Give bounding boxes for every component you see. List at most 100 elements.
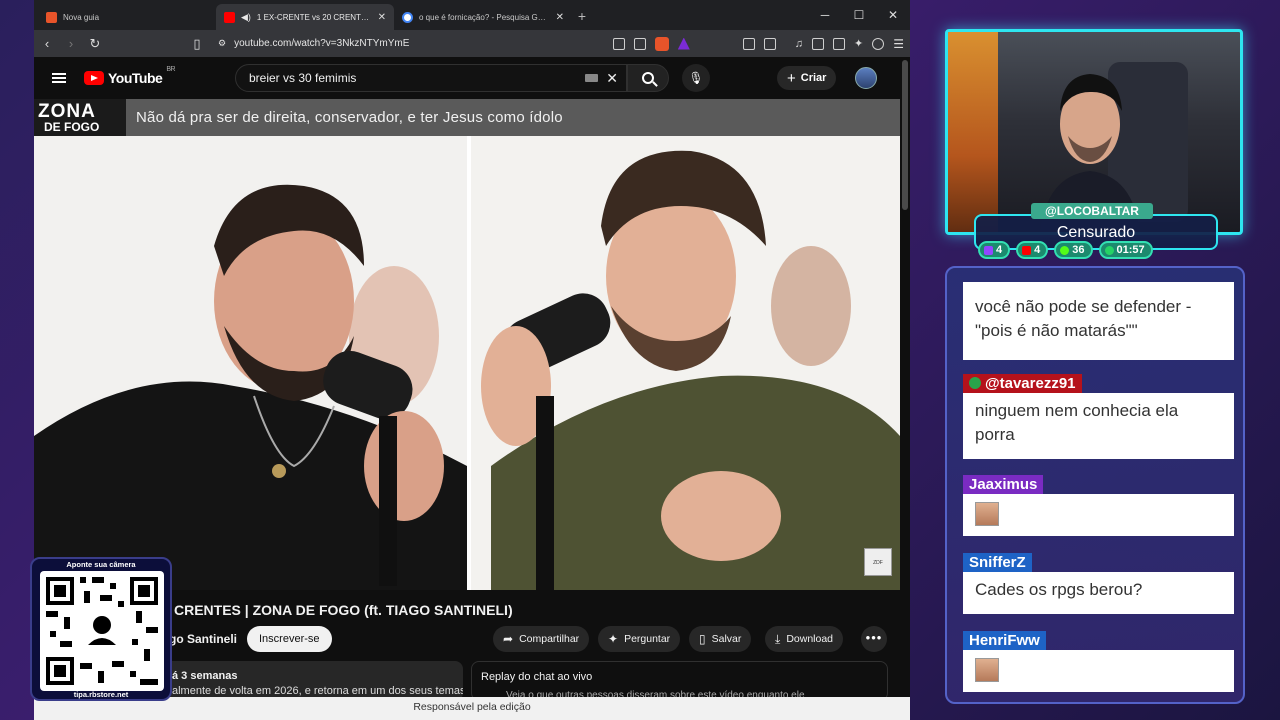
qr-code (40, 571, 164, 691)
upload-date: á 3 semanas (172, 670, 238, 682)
description-text: almente de volta em 2026, e retorna em u… (172, 685, 463, 697)
page-scrollbar[interactable] (902, 60, 908, 210)
status-strip: Responsável pela edição (34, 697, 910, 720)
stream-status-text: Censurado (1056, 224, 1136, 241)
clear-search-icon[interactable]: ✕ (606, 70, 618, 87)
address-bar[interactable]: ⚙ youtube.com/watch?v=3NkzNTYmYmE (214, 33, 574, 54)
music-icon[interactable]: ♫ (795, 38, 803, 50)
share-button[interactable]: ➦ Compartilhar (493, 626, 590, 652)
plus-icon: + (787, 69, 796, 87)
chat-replay-box[interactable]: Replay do chat ao vivo Veja o que outras… (471, 661, 888, 701)
brave-shields-icon[interactable] (654, 36, 669, 51)
reload-button[interactable]: ↻ (88, 36, 102, 52)
brave-icon (46, 11, 57, 23)
create-label: Criar (800, 72, 827, 84)
tab-bar: Nova guia ◀) 1 EX-CRENTE vs 20 CRENTES |… (34, 0, 910, 30)
video-frame-right: ZDF (471, 136, 900, 590)
voice-search-button[interactable]: 🎙 (682, 64, 710, 92)
window-controls: ─ ☐ ✕ (808, 0, 910, 30)
keyboard-icon[interactable] (585, 74, 599, 82)
account-avatar[interactable] (855, 67, 877, 89)
brave-rewards-icon[interactable] (677, 37, 690, 50)
minimize-button[interactable]: ─ (808, 0, 842, 30)
share-icon[interactable] (633, 37, 646, 50)
streamer-handle: @LOCOBALTAR (1031, 203, 1153, 219)
chat-message: Jaaximus (963, 475, 1234, 536)
chat-username: Jaaximus (963, 475, 1044, 494)
microphone-icon: 🎙 (688, 71, 704, 85)
stream-stats: 4 4 36 01:57 (978, 241, 1153, 259)
flag-badge-icon (969, 377, 981, 389)
close-tab-icon[interactable]: ✕ (378, 12, 386, 23)
bookmark-icon[interactable]: ▯ (190, 36, 204, 52)
search-input[interactable]: breier vs 30 femimis ✕ (235, 64, 627, 92)
tab-google[interactable]: o que é fornicação? - Pesquisa Google ✕ (394, 4, 572, 30)
kick-icon (1060, 245, 1070, 255)
tab-label: o que é fornicação? - Pesquisa Google (419, 12, 550, 22)
chat-message: você não pode se defender - "pois é não … (963, 282, 1234, 360)
wallet-icon[interactable] (833, 37, 846, 50)
chat-message: @tavarezz91 ninguem nem conhecia ela por… (963, 374, 1234, 459)
tab-new[interactable]: Nova guia (38, 4, 216, 30)
save-label: Salvar (711, 633, 742, 645)
create-button[interactable]: + Criar (777, 66, 837, 90)
maximize-button[interactable]: ☐ (842, 0, 876, 30)
chat-username: @tavarezz91 (963, 374, 1082, 393)
video-title: CRENTES | ZONA DE FOGO (ft. TIAGO SANTIN… (174, 602, 513, 618)
search-icon (642, 72, 654, 84)
youtube-logo-text: YouTube (108, 70, 163, 86)
new-tab-button[interactable]: + (572, 8, 592, 24)
face-emote-icon (975, 502, 999, 526)
more-actions-button[interactable]: ••• (861, 626, 887, 652)
bookmark-icon: ▯ (699, 632, 706, 646)
youtube-play-icon (84, 71, 104, 85)
chat-username: HenriFww (963, 631, 1046, 650)
youtube-logo[interactable]: YouTube BR (84, 66, 176, 86)
youtube-viewers: 4 (1016, 241, 1049, 259)
download-button[interactable]: ⤓ Download (765, 626, 844, 652)
background-lamp (948, 32, 998, 232)
site-info-icon[interactable]: ⚙ (218, 38, 226, 49)
chat-message-body (963, 494, 1234, 536)
tab-youtube[interactable]: ◀) 1 EX-CRENTE vs 20 CRENTES | ZONA ✕ (216, 4, 394, 30)
clock-icon (1104, 245, 1114, 255)
chat-username: SnifferZ (963, 553, 1032, 572)
leo-ai-icon[interactable]: ✦ (854, 37, 863, 50)
search-button[interactable] (627, 64, 669, 92)
region-label: BR (166, 66, 176, 73)
watermark-logo: ZDF (864, 548, 892, 576)
menu-icon[interactable]: ☰ (893, 37, 904, 51)
youtube-header: YouTube BR breier vs 30 femimis ✕ 🎙 + Cr… (34, 57, 910, 99)
extensions-icon[interactable] (742, 37, 755, 50)
close-tab-icon[interactable]: ✕ (556, 12, 564, 23)
ask-button[interactable]: ✦ Perguntar (598, 626, 681, 652)
download-icon: ⤓ (775, 631, 781, 646)
vpn-icon[interactable] (872, 37, 885, 50)
download-label: Download (786, 633, 834, 645)
screenshot-icon[interactable] (763, 37, 776, 50)
chat-message-text: você não pode se defender - "pois é não … (963, 282, 1234, 360)
video-frame-left (34, 136, 467, 590)
subscribe-button[interactable]: Inscrever-se (247, 626, 332, 652)
forward-button[interactable]: › (64, 36, 78, 51)
channel-name[interactable]: go Santineli (169, 632, 237, 646)
ask-label: Perguntar (624, 633, 671, 645)
url-text: youtube.com/watch?v=3NkzNTYmYmE (234, 38, 410, 49)
back-button[interactable]: ‹ (40, 36, 54, 51)
cast-icon[interactable] (612, 37, 625, 50)
chat-message-text: Cades os rpgs berou? (963, 572, 1234, 614)
sidebar-icon[interactable] (812, 37, 825, 50)
video-player[interactable]: ZONA DE FOGO Não dá pra ser de direita, … (34, 99, 900, 590)
google-icon (402, 11, 413, 23)
banner-text: Não dá pra ser de direita, conservador, … (136, 109, 563, 126)
guide-menu-icon[interactable] (52, 73, 66, 83)
stream-uptime: 01:57 (1098, 241, 1153, 259)
save-button[interactable]: ▯ Salvar (689, 626, 752, 652)
twitch-icon (984, 245, 993, 255)
chat-replay-title: Replay do chat ao vivo (481, 671, 593, 683)
video-banner: ZONA DE FOGO Não dá pra ser de direita, … (34, 99, 900, 136)
close-window-button[interactable]: ✕ (876, 0, 910, 30)
share-arrow-icon: ➦ (503, 632, 514, 646)
speaker-icon[interactable]: ◀) (241, 12, 251, 23)
qr-caption-top: Aponte sua câmera (66, 560, 136, 569)
